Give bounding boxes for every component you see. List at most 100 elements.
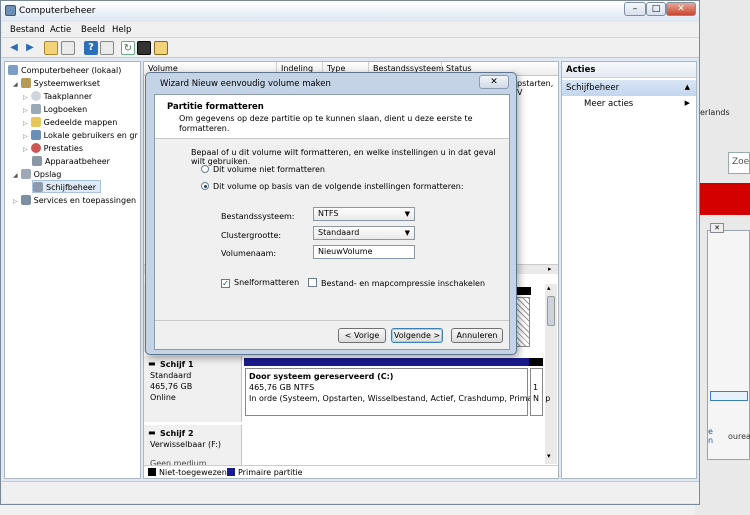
expand-triangle-icon[interactable]: ◢ bbox=[13, 81, 18, 88]
forward-arrow-icon[interactable]: ▶ bbox=[23, 41, 37, 55]
actions-section-schijfbeheer[interactable]: Schijfbeheer ▲ bbox=[562, 80, 696, 96]
up-folder-icon[interactable] bbox=[44, 41, 58, 55]
background-link[interactable]: e bbox=[708, 427, 713, 436]
volume-name-input[interactable]: NieuwVolume bbox=[313, 245, 415, 259]
performance-icon bbox=[30, 143, 41, 153]
expand-triangle-icon[interactable]: ▷ bbox=[23, 120, 28, 127]
legend-primary: Primaire partitie bbox=[227, 468, 303, 477]
cancel-button[interactable]: Annuleren bbox=[451, 328, 503, 343]
tree-item[interactable]: Apparaatbeheer bbox=[32, 155, 110, 168]
refresh-icon[interactable]: ↻ bbox=[121, 41, 135, 55]
tree-item[interactable]: ◢ Systeemwerkset bbox=[13, 77, 100, 90]
tree-item[interactable]: ▷ Gedeelde mappen bbox=[23, 116, 117, 129]
expand-triangle-icon[interactable]: ▷ bbox=[13, 198, 18, 205]
menu-actie[interactable]: Actie bbox=[50, 25, 71, 35]
background-search-input[interactable]: Zoe bbox=[728, 152, 750, 174]
volume-name-label: Volumenaam: bbox=[221, 249, 277, 258]
disk-1-name: Schijf 1 bbox=[160, 360, 194, 369]
menu-beeld[interactable]: Beeld bbox=[81, 25, 105, 35]
toolbar: ◀ ▶ ? ↻ bbox=[2, 38, 699, 58]
computer-management-icon bbox=[5, 5, 16, 16]
expand-triangle-icon[interactable]: ▷ bbox=[23, 107, 28, 114]
dialog-close-button[interactable]: ✕ bbox=[479, 75, 509, 89]
background-link[interactable]: n bbox=[708, 436, 713, 445]
partition-status: In orde (Systeem, Opstarten, Wisselbesta… bbox=[249, 394, 551, 403]
partition-title: Door systeem gereserveerd (C:) bbox=[249, 372, 394, 381]
expand-triangle-icon[interactable]: ▷ bbox=[23, 146, 28, 153]
connect-icon[interactable] bbox=[137, 41, 151, 55]
compression-checkbox[interactable]: Bestand- en mapcompressie inschakelen bbox=[308, 278, 485, 288]
computer-icon bbox=[8, 65, 18, 75]
radio-format[interactable]: Dit volume op basis van de volgende inst… bbox=[201, 182, 464, 191]
collapse-icon[interactable]: ▲ bbox=[685, 83, 690, 91]
disk-1-label[interactable]: ▬ Schijf 1 Standaard 465,76 GB Online bbox=[144, 356, 242, 422]
radio-button-selected[interactable] bbox=[201, 182, 209, 190]
radio-button[interactable] bbox=[201, 165, 209, 173]
background-text: erlands bbox=[700, 108, 730, 117]
scroll-thumb[interactable] bbox=[547, 296, 555, 326]
users-icon bbox=[30, 130, 41, 140]
radio-no-format[interactable]: Dit volume niet formatteren bbox=[201, 165, 325, 174]
close-button[interactable]: ✕ bbox=[666, 2, 696, 16]
cluster-size-label: Clustergrootte: bbox=[221, 231, 282, 240]
maximize-button[interactable]: □ bbox=[646, 2, 666, 16]
more-actions[interactable]: Meer acties ▶ bbox=[584, 99, 690, 109]
vertical-scrollbar[interactable]: ▴ ▾ bbox=[545, 284, 557, 464]
clock-icon bbox=[30, 91, 41, 101]
checkbox[interactable] bbox=[308, 278, 317, 287]
tree-item-selected[interactable]: Schijfbeheer bbox=[32, 180, 102, 193]
chevron-down-icon: ▼ bbox=[404, 210, 410, 218]
dialog-header-title: Partitie formatteren bbox=[167, 102, 264, 112]
legend-unallocated: Niet-toegewezen bbox=[148, 468, 227, 477]
filesystem-select[interactable]: NTFS ▼ bbox=[313, 207, 415, 221]
unallocated-bar bbox=[529, 358, 543, 366]
menu-bar: Bestand Actie Beeld Help bbox=[2, 22, 699, 38]
background-panel: ✕ e n bbox=[707, 223, 750, 460]
disk-2-type: Verwisselbaar (F:) bbox=[150, 440, 221, 449]
expand-triangle-icon[interactable]: ▷ bbox=[23, 133, 28, 140]
background-text: ourea bbox=[728, 432, 750, 441]
tree-item[interactable]: ▷ Logboeken bbox=[23, 103, 87, 116]
removable-disk-icon: ▬ bbox=[148, 428, 156, 437]
dialog-header-desc: Om gegevens op deze partitie op te kunne… bbox=[179, 114, 473, 133]
background-close-icon[interactable]: ✕ bbox=[710, 223, 724, 233]
properties-icon[interactable] bbox=[100, 41, 114, 55]
dialog-title: Wizard Nieuw eenvoudig volume maken bbox=[160, 79, 331, 89]
menu-bestand[interactable]: Bestand bbox=[10, 25, 45, 35]
actions-pane: Acties Schijfbeheer ▲ Meer acties ▶ bbox=[561, 61, 697, 479]
back-arrow-icon[interactable]: ◀ bbox=[7, 41, 21, 55]
dialog-header: Partitie formatteren Om gegevens op deze… bbox=[155, 95, 509, 139]
quick-format-checkbox[interactable]: ✓ Snelformatteren bbox=[221, 278, 299, 288]
background-red-banner bbox=[700, 183, 750, 215]
expand-triangle-icon[interactable]: ▷ bbox=[23, 94, 28, 101]
tree-item[interactable]: ▷ Prestaties bbox=[23, 142, 83, 155]
title-bar: Computerbeheer – □ ✕ bbox=[1, 1, 699, 21]
expand-triangle-icon[interactable]: ◢ bbox=[13, 172, 18, 179]
help-icon[interactable]: ? bbox=[84, 41, 98, 55]
tree-item[interactable]: ▷ Lokale gebruikers en gr bbox=[23, 129, 138, 142]
export-icon[interactable] bbox=[154, 41, 168, 55]
next-button[interactable]: Volgende > bbox=[391, 328, 443, 343]
tree-item[interactable]: ▷ Taakplanner bbox=[23, 90, 92, 103]
partition-c[interactable]: Door systeem gereserveerd (C:) 465,76 GB… bbox=[245, 368, 550, 416]
background-button[interactable] bbox=[710, 391, 748, 401]
menu-help[interactable]: Help bbox=[112, 25, 131, 35]
disk-2-label[interactable]: ▬ Schijf 2 Verwisselbaar (F:) Geen mediu… bbox=[144, 425, 242, 468]
back-button[interactable]: < Vorige bbox=[338, 328, 386, 343]
scroll-down-icon[interactable]: ▾ bbox=[547, 452, 551, 460]
show-hide-tree-icon[interactable] bbox=[61, 41, 75, 55]
scroll-right-icon[interactable]: ▸ bbox=[548, 265, 552, 273]
tools-icon bbox=[20, 78, 31, 88]
partition-small[interactable]: 1 N bbox=[530, 368, 543, 416]
disk-1-state: Online bbox=[150, 393, 176, 402]
wizard-dialog: Wizard Nieuw eenvoudig volume maken ✕ Pa… bbox=[145, 72, 517, 355]
tree-item[interactable]: ▷ Services en toepassingen bbox=[13, 194, 136, 207]
disk-icon: ▬ bbox=[148, 359, 156, 368]
cluster-size-select[interactable]: Standaard ▼ bbox=[313, 226, 415, 240]
scroll-up-icon[interactable]: ▴ bbox=[547, 284, 551, 292]
chevron-down-icon: ▼ bbox=[404, 229, 410, 237]
tree-item[interactable]: Computerbeheer (lokaal) bbox=[8, 64, 121, 77]
minimize-button[interactable]: – bbox=[624, 2, 646, 16]
checkbox-checked[interactable]: ✓ bbox=[221, 279, 230, 288]
disk-1-size: 465,76 GB bbox=[150, 382, 193, 391]
